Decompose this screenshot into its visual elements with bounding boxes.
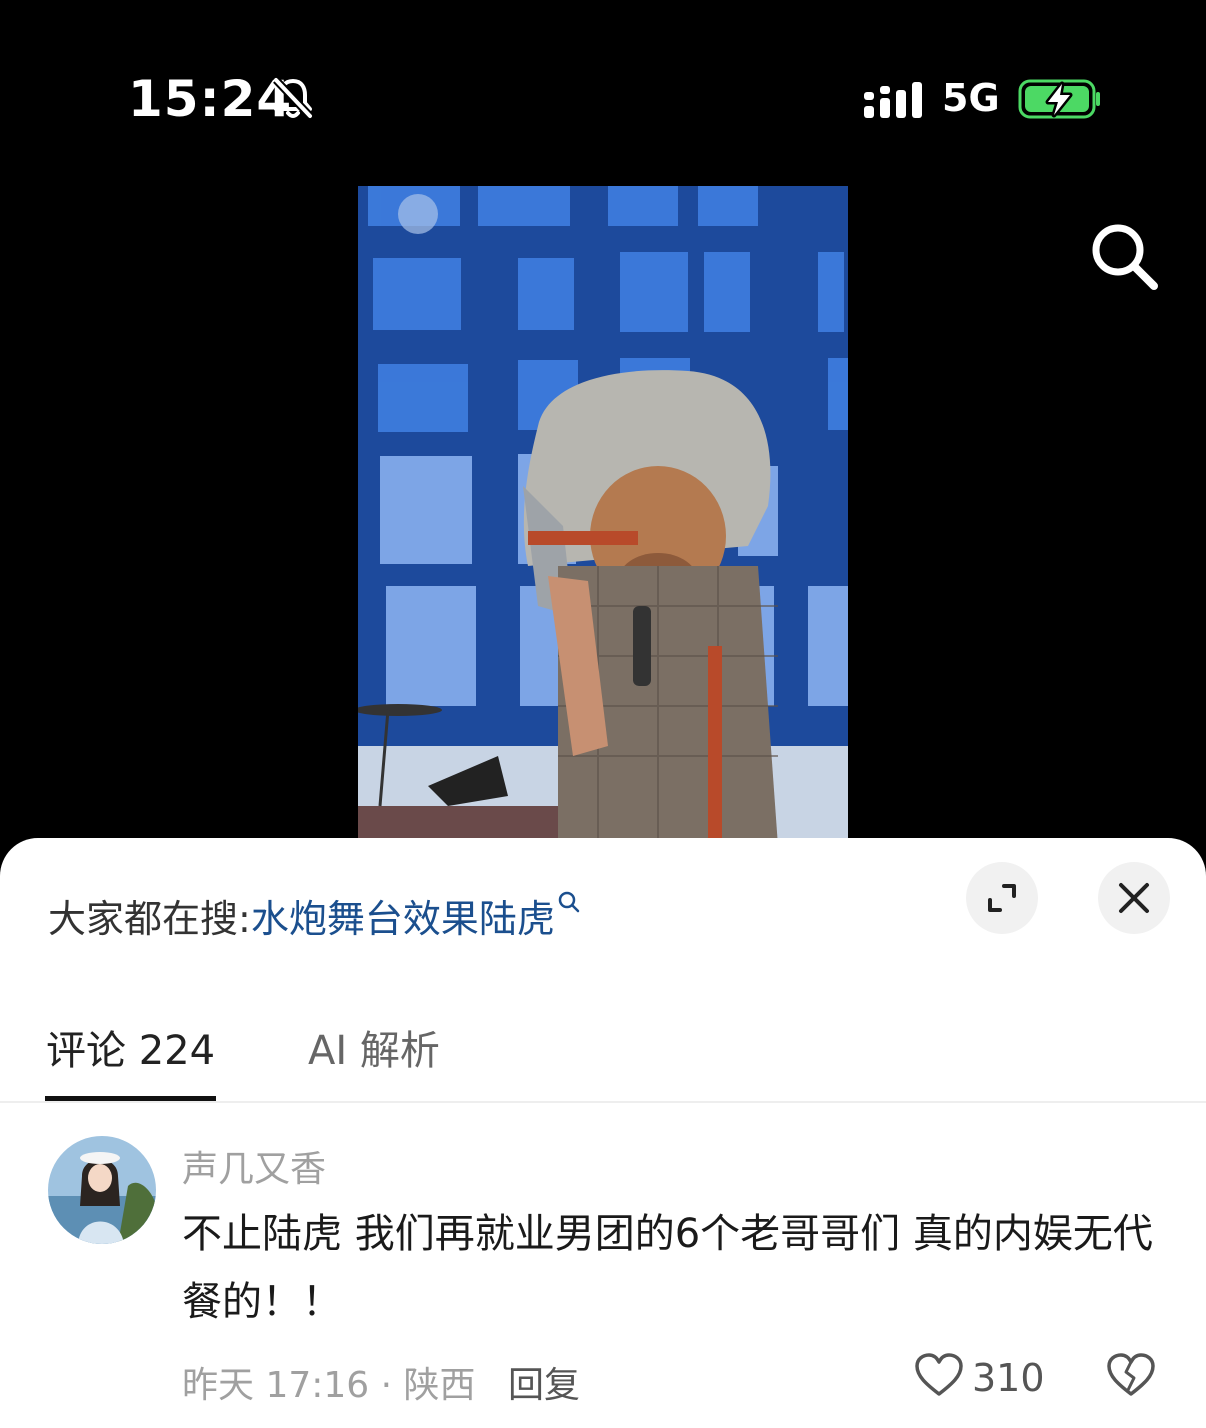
like-count: 310 (972, 1356, 1045, 1400)
suggestion-term[interactable]: 水炮舞台效果陆虎 (251, 897, 555, 941)
status-time: 15:24 (128, 70, 293, 128)
close-icon (1119, 883, 1149, 913)
expand-button[interactable] (966, 862, 1038, 934)
heart-icon[interactable] (914, 1352, 964, 1398)
network-label: 5G (942, 76, 1000, 120)
avatar-image (48, 1136, 156, 1244)
signal-icon (864, 82, 922, 118)
tab-comments[interactable]: 评论 224 (46, 1018, 215, 1076)
tab-divider (0, 1101, 1206, 1103)
close-button[interactable] (1098, 862, 1170, 934)
video-player[interactable] (358, 186, 848, 846)
suggestion-prefix: 大家都在搜: (48, 897, 251, 941)
battery-charging-icon (1018, 79, 1100, 119)
comment-text: 不止陆虎 我们再就业男团的6个老哥哥们 真的内娱无代餐的！！ (182, 1211, 1153, 1325)
search-icon[interactable] (1088, 220, 1160, 292)
tab-ai-analysis[interactable]: AI 解析 (308, 1018, 440, 1076)
expand-icon (988, 884, 1016, 912)
video-frame (358, 186, 848, 846)
broken-heart-icon[interactable] (1106, 1352, 1156, 1398)
status-bar: 15:24 5G (0, 0, 1206, 180)
comment-meta: 昨天 17:16 · 陕西 (182, 1365, 476, 1406)
bell-muted-icon (273, 77, 313, 119)
comment-username[interactable]: 声几又香 (182, 1140, 326, 1192)
search-small-icon (558, 891, 580, 913)
avatar[interactable] (48, 1136, 156, 1244)
reply-button[interactable]: 回复 (508, 1356, 580, 1408)
search-suggestion[interactable]: 大家都在搜:水炮舞台效果陆虎 (48, 888, 581, 943)
